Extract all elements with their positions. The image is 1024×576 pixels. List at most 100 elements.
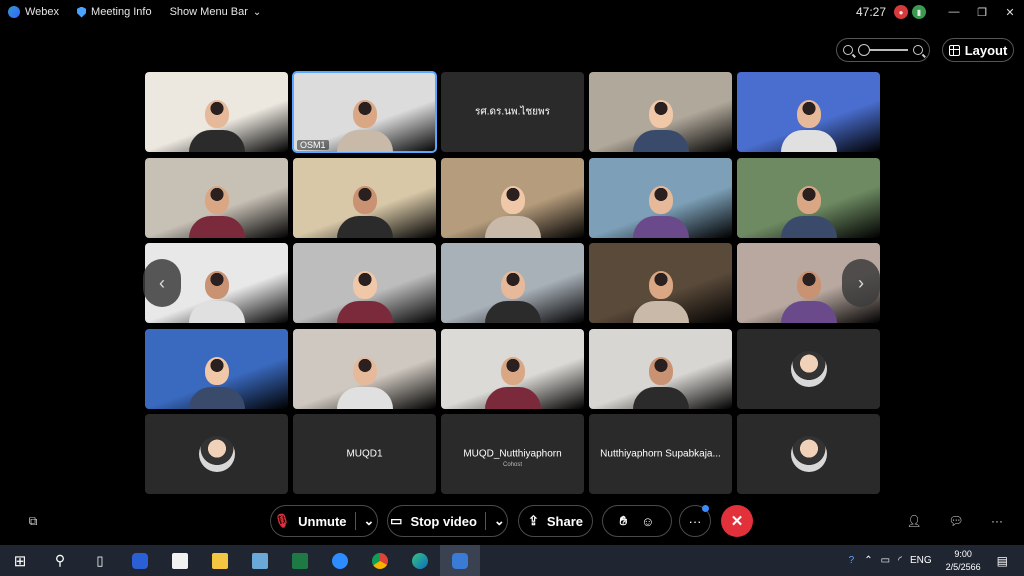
show-menu-bar-label: Show Menu Bar [169,6,248,18]
unmute-label: Unmute [298,513,347,529]
taskbar-explorer[interactable] [200,545,240,576]
participant-tile[interactable]: OSM1 [292,71,437,153]
taskbar-app[interactable] [240,545,280,576]
chrome-icon [372,552,388,569]
participant-tile[interactable] [737,328,880,409]
participant-video [336,100,393,152]
chevron-down-icon[interactable]: ⌄ [494,513,505,529]
notifications-icon[interactable]: ▤ [997,554,1008,568]
wifi-icon[interactable]: ◜ [898,555,902,566]
show-menu-bar-button[interactable]: Show Menu Bar ⌄ [170,6,262,18]
next-page-button[interactable]: › [842,259,880,307]
zoom-thumb[interactable] [858,44,870,56]
participant-video [484,356,541,409]
share-button[interactable]: ⇪ Share [518,505,593,537]
participant-video [484,271,541,323]
webex-app-icon [132,552,148,569]
participant-tile[interactable] [293,157,436,238]
language-indicator[interactable]: ENG [910,555,932,566]
excel-icon [292,552,308,569]
taskbar-notepad[interactable] [160,545,200,576]
taskbar-zoom[interactable] [320,545,360,576]
participant-tile[interactable] [737,414,880,494]
participant-tile[interactable] [293,243,436,323]
chevron-down-icon[interactable]: ⌄ [364,513,375,529]
share-label: Share [546,513,584,529]
participant-name: OSM1 [297,140,329,150]
participant-tile[interactable] [145,72,288,152]
search-button[interactable]: ⚲ [40,545,80,576]
webex-menu[interactable]: Webex [8,6,59,18]
taskbar-webex[interactable] [120,545,160,576]
participant-tile[interactable] [441,157,584,238]
avatar [790,436,827,472]
windows-taskbar: ⊞ ⚲ ▯ ? ⌃ ▭ ◜ ENG 9:00 2/5/2566 ▤ [0,545,1024,576]
chevron-right-icon: › [858,272,864,293]
previous-page-button[interactable]: ‹ [143,259,181,307]
participant-tile[interactable] [441,328,584,409]
stop-video-button[interactable]: ▭ Stop video ⌄ [387,505,508,537]
start-button[interactable]: ⊞ [0,545,40,576]
participant-tile[interactable] [145,157,288,238]
participant-tile[interactable]: MUQD_Nutthiyaphorn Cohost [441,414,584,494]
participant-tile[interactable] [293,328,436,409]
task-view-button[interactable]: ▯ [80,545,120,576]
chat-icon[interactable]: 💬︎ [947,512,965,530]
windows-icon: ⊞ [13,552,27,570]
help-icon[interactable]: ? [849,555,855,566]
participants-icon[interactable]: 👤︎ [905,512,923,530]
layout-button[interactable]: Layout [942,38,1014,62]
folder-icon [212,552,228,569]
zoom-track[interactable] [858,44,908,56]
reactions-icon[interactable]: ☺ [641,514,654,529]
participant-tile[interactable] [589,328,732,409]
leave-meeting-button[interactable]: ✕ [721,505,753,537]
share-icon: ⇪ [527,513,539,528]
participant-tile[interactable]: MUQD1 [293,414,436,494]
participant-tile[interactable]: Nutthiyaphorn Supabkaja... [589,414,732,494]
taskbar-excel[interactable] [280,545,320,576]
participant-name: MUQD_Nutthiyaphorn [463,448,562,460]
participant-tile[interactable] [145,328,288,409]
participant-grid: OSM1 รศ.ดร.นพ.ไชยพร MUQD1 MUQD_Nutthiyaphor… [145,71,880,494]
chevron-up-icon[interactable]: ⌃ [864,555,872,566]
participant-tile[interactable] [589,72,732,152]
avatar [790,350,827,387]
minimize-button[interactable]: — [940,0,968,24]
app-name: Webex [25,6,60,18]
raise-hand-icon[interactable]: ✋︎ [620,513,627,529]
layout-grid-icon [948,44,960,56]
network-stats-icon[interactable]: ▮ [912,5,926,19]
zoom-slider[interactable] [836,38,930,62]
participant-tile[interactable] [737,157,880,238]
clock[interactable]: 9:00 2/5/2566 [946,548,981,574]
participant-tile[interactable] [589,157,732,238]
zoom-in-icon[interactable] [913,45,923,55]
participant-tile[interactable] [145,414,288,494]
participant-tile[interactable]: รศ.ดร.นพ.ไชยพร [441,72,584,152]
restore-button[interactable]: ❐ [968,0,996,24]
avatar [198,436,235,472]
participant-tile[interactable] [737,72,880,152]
recording-icon[interactable]: ● [894,5,908,19]
participant-video [188,356,245,409]
unmute-button[interactable]: 🎙︎ Unmute ⌄ [270,505,378,537]
reactions-group: ✋︎ ☺ [602,505,672,537]
participant-tile[interactable] [589,243,732,323]
layout-label: Layout [964,42,1008,58]
taskbar-chrome[interactable] [360,545,400,576]
more-panels-icon[interactable]: ··· [988,512,1006,530]
app-icon [252,552,268,569]
video-camera-icon: ▭ [390,513,403,528]
close-window-button[interactable]: ✕ [996,0,1024,24]
meeting-timer: 47:27 [855,5,886,19]
battery-icon[interactable]: ▭ [881,555,890,566]
participant-tile[interactable] [441,243,584,323]
system-tray: ? ⌃ ▭ ◜ ENG 9:00 2/5/2566 ▤ [849,545,1024,576]
taskbar-webex-meeting[interactable] [440,545,480,576]
zoom-out-icon[interactable] [843,45,853,55]
taskbar-edge[interactable] [400,545,440,576]
title-bar: Webex Meeting Info Show Menu Bar ⌄ 47:27… [0,0,1024,24]
meeting-info-button[interactable]: Meeting Info [77,6,152,18]
captions-icon[interactable]: ⧉ [24,512,42,530]
